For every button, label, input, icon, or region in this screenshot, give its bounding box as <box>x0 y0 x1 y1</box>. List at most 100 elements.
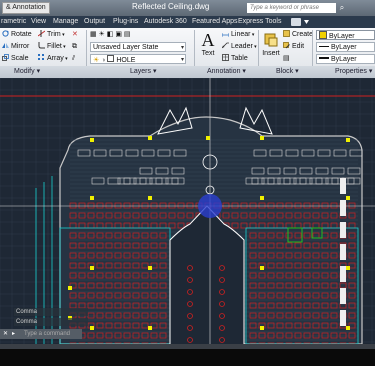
tab-parametric[interactable]: rametric <box>1 16 26 28</box>
color-swatch <box>319 31 327 39</box>
scale-label: Scale <box>11 55 29 62</box>
grip-marker <box>346 138 350 142</box>
grip-marker <box>90 196 94 200</box>
column-block <box>340 288 346 304</box>
tab-view[interactable]: View <box>31 16 46 28</box>
layer-dropdown[interactable]: ☀ ◑ HOLE ▾ <box>90 54 186 64</box>
ribbon-panel-titles <box>0 66 375 78</box>
cursor-highlight <box>198 194 222 218</box>
edit-block-button[interactable]: Edit <box>283 42 304 52</box>
array-label: Array <box>47 55 64 62</box>
lineweight-value: ByLayer <box>330 56 357 63</box>
tab-output[interactable]: Output <box>84 16 105 28</box>
create-block-button[interactable]: Create <box>283 30 313 40</box>
column-block <box>340 178 346 194</box>
workspace-switcher[interactable]: & Annotation <box>2 2 50 14</box>
annotation-panel-label: Annotation <box>207 68 241 75</box>
chevron-down-icon[interactable] <box>304 20 309 24</box>
lineweight-sample <box>319 57 329 59</box>
fillet-icon <box>38 42 45 49</box>
close-icon[interactable]: ✕ <box>3 329 8 339</box>
offset-icon[interactable]: ⫽ <box>72 54 75 64</box>
linear-button[interactable]: Linear ▾ <box>222 30 254 40</box>
command-input[interactable]: Type a command <box>24 329 70 339</box>
edit-label: Edit <box>292 43 305 50</box>
tab-express-tools[interactable]: Express Tools <box>238 16 281 28</box>
tab-autodesk-360[interactable]: Autodesk 360 <box>144 16 187 28</box>
array-icon <box>38 54 44 60</box>
layer-state-value: Unsaved Layer State <box>93 44 159 51</box>
modify-panel-label: Modify <box>14 68 35 75</box>
title-bar: & Annotation Reflected Ceiling.dwg Type … <box>0 0 375 16</box>
annotation-panel-title[interactable]: Annotation ▾ <box>207 67 246 77</box>
ribbon-toggle-icon[interactable] <box>291 18 301 26</box>
layers-panel-title[interactable]: Layers ▾ <box>130 67 156 77</box>
linetype-sample <box>319 46 329 47</box>
linetype-value: ByLayer <box>330 44 357 51</box>
mirror-button[interactable]: Mirror <box>2 42 29 52</box>
grip-marker <box>148 266 152 270</box>
color-value: ByLayer <box>328 33 355 40</box>
search-input[interactable]: Type a keyword or phrase <box>247 3 336 13</box>
column-block <box>340 200 346 216</box>
drawing-canvas[interactable] <box>0 78 375 344</box>
block-attributes-icon[interactable]: ▤ <box>283 54 290 64</box>
grip-marker <box>90 138 94 142</box>
scale-button[interactable]: Scale <box>2 54 29 64</box>
table-icon <box>222 54 229 61</box>
copy-icon[interactable]: ⧉ <box>72 42 77 52</box>
command-line[interactable]: ✕ ▸ Type a command <box>0 329 82 339</box>
sun-icon: ◑ <box>99 57 108 64</box>
leader-button[interactable]: Leader ▾ <box>222 42 257 52</box>
trim-button[interactable]: Trim ▾ <box>38 30 65 40</box>
column-block <box>340 266 346 282</box>
rotate-button[interactable]: Rotate <box>2 30 32 40</box>
lineweight-dropdown[interactable]: ByLayer <box>316 54 375 64</box>
linear-dimension-icon <box>222 33 229 37</box>
edit-block-icon <box>283 42 290 49</box>
fillet-button[interactable]: Fillet ▾ <box>38 42 66 52</box>
grip-marker <box>260 136 264 140</box>
floor-plan-drawing <box>0 78 375 344</box>
horizontal-scrollbar[interactable] <box>0 344 375 349</box>
tab-plugins[interactable]: Plug-ins <box>113 16 138 28</box>
text-label: Text <box>201 50 215 57</box>
search-icon[interactable]: ⌕ <box>337 3 347 13</box>
table-button[interactable]: Table <box>222 54 248 64</box>
linear-label: Linear <box>231 31 251 38</box>
menu-bar: rametric View Manage Output Plug-ins Aut… <box>0 16 375 28</box>
block-panel-title[interactable]: Block ▾ <box>276 67 299 77</box>
text-button[interactable]: A Text <box>198 30 218 57</box>
grip-marker <box>346 196 350 200</box>
ribbon: Rotate Trim ▾ Mirror Fillet ▾ Scale Arra… <box>0 28 375 79</box>
insert-button[interactable]: Insert <box>261 32 281 57</box>
fillet-label: Fillet <box>47 43 62 50</box>
rotate-icon <box>2 30 9 37</box>
grip-marker <box>148 136 152 140</box>
table-label: Table <box>231 55 248 62</box>
layers-panel-label: Layers <box>130 68 152 75</box>
document-title: Reflected Ceiling.dwg <box>132 2 210 11</box>
array-button[interactable]: Array ▾ <box>38 54 68 64</box>
column-block <box>340 310 346 326</box>
tab-featured-apps[interactable]: Featured Apps <box>192 16 238 28</box>
grip-marker <box>206 136 210 140</box>
grip-marker <box>260 266 264 270</box>
layer-state-dropdown[interactable]: Unsaved Layer State ▾ <box>90 42 186 52</box>
erase-icon[interactable]: ✕ <box>72 30 78 40</box>
grip-marker <box>148 326 152 330</box>
layer-props-icon[interactable]: ▦ ☀ ◧ ▣ ▤ <box>90 30 131 40</box>
tab-manage[interactable]: Manage <box>53 16 78 28</box>
grip-marker <box>148 196 152 200</box>
grip-marker <box>346 326 350 330</box>
properties-panel-title[interactable]: Properties ▾ <box>335 67 372 77</box>
chevron-down-icon: ▾ <box>180 45 184 51</box>
trim-label: Trim <box>47 31 61 38</box>
command-history-line: Comma <box>14 318 88 326</box>
modify-panel-title[interactable]: Modify ▾ <box>14 67 40 77</box>
grip-marker <box>90 326 94 330</box>
status-strip <box>0 344 375 366</box>
grip-marker <box>260 196 264 200</box>
linetype-dropdown[interactable]: ByLayer <box>316 42 375 52</box>
color-dropdown[interactable]: ByLayer <box>316 30 375 40</box>
